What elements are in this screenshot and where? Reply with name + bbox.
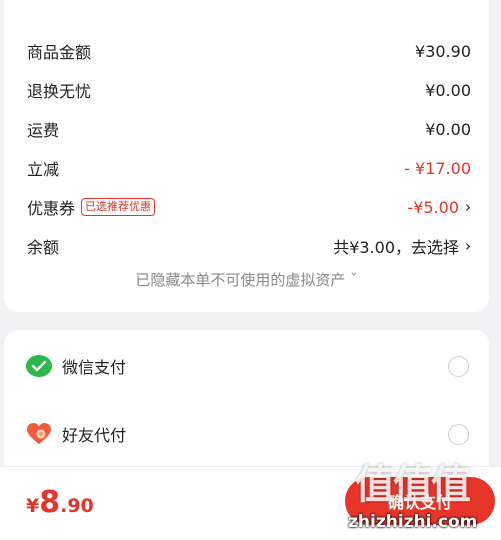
instant-discount-label: 立减: [27, 160, 60, 179]
order-summary-card: 商品金额 ¥30.90 退换无忧 ¥0.00 运费 ¥0.00 立减 - ¥17…: [4, 0, 489, 312]
payment-method-wechat[interactable]: 微信支付: [26, 348, 473, 384]
shipping-row: 运费 ¥0.00: [27, 114, 471, 144]
balance-value-group: 共¥3.00，去选择 ›: [333, 234, 471, 258]
recommended-coupon-badge: 已选推荐优惠: [81, 198, 156, 216]
friend-pay-radio[interactable]: [448, 423, 469, 445]
shipping-label: 运费: [27, 121, 60, 140]
payment-method-friend[interactable]: 好友代付: [26, 416, 473, 452]
goods-amount-value: ¥30.90: [415, 41, 471, 61]
price-integer: 8: [39, 485, 61, 520]
balance-value: 共¥3.00，去选择: [333, 238, 459, 257]
total-price: ¥ 8 .90: [26, 485, 94, 520]
watermark-logo: 值值值: [355, 462, 471, 508]
friend-pay-label: 好友代付: [62, 426, 127, 445]
chevron-right-icon: ›: [465, 237, 471, 255]
coupon-label-group: 优惠券 已选推荐优惠: [27, 195, 156, 219]
coupon-row[interactable]: 优惠券 已选推荐优惠 -¥5.00 ›: [27, 192, 471, 222]
balance-row[interactable]: 余额 共¥3.00，去选择 ›: [27, 231, 471, 261]
instant-discount-value: - ¥17.00: [404, 158, 471, 178]
balance-label: 余额: [27, 238, 60, 257]
wechat-icon: [26, 355, 52, 377]
goods-amount-label: 商品金额: [27, 43, 92, 62]
shipping-value: ¥0.00: [425, 119, 471, 139]
hidden-assets-toggle[interactable]: 已隐藏本单不可使用的虚拟资产 ˇ: [4, 269, 489, 290]
price-decimal: .90: [60, 495, 94, 517]
return-guarantee-label: 退换无忧: [27, 82, 92, 101]
return-guarantee-row: 退换无忧 ¥0.00: [27, 75, 471, 105]
price-currency: ¥: [26, 495, 40, 517]
wechat-pay-label: 微信支付: [62, 358, 127, 377]
coupon-value-group: -¥5.00 ›: [407, 198, 471, 217]
coupon-value: -¥5.00: [407, 197, 459, 217]
heart-icon: [26, 422, 52, 446]
instant-discount-row: 立减 - ¥17.00: [27, 153, 471, 183]
return-guarantee-value: ¥0.00: [425, 80, 471, 100]
wechat-pay-radio[interactable]: [448, 355, 469, 377]
goods-amount-row: 商品金额 ¥30.90: [27, 36, 471, 66]
coupon-label: 优惠券: [27, 199, 76, 218]
chevron-right-icon: ›: [465, 198, 471, 216]
watermark-url: zhizhizhi.com: [348, 512, 478, 532]
